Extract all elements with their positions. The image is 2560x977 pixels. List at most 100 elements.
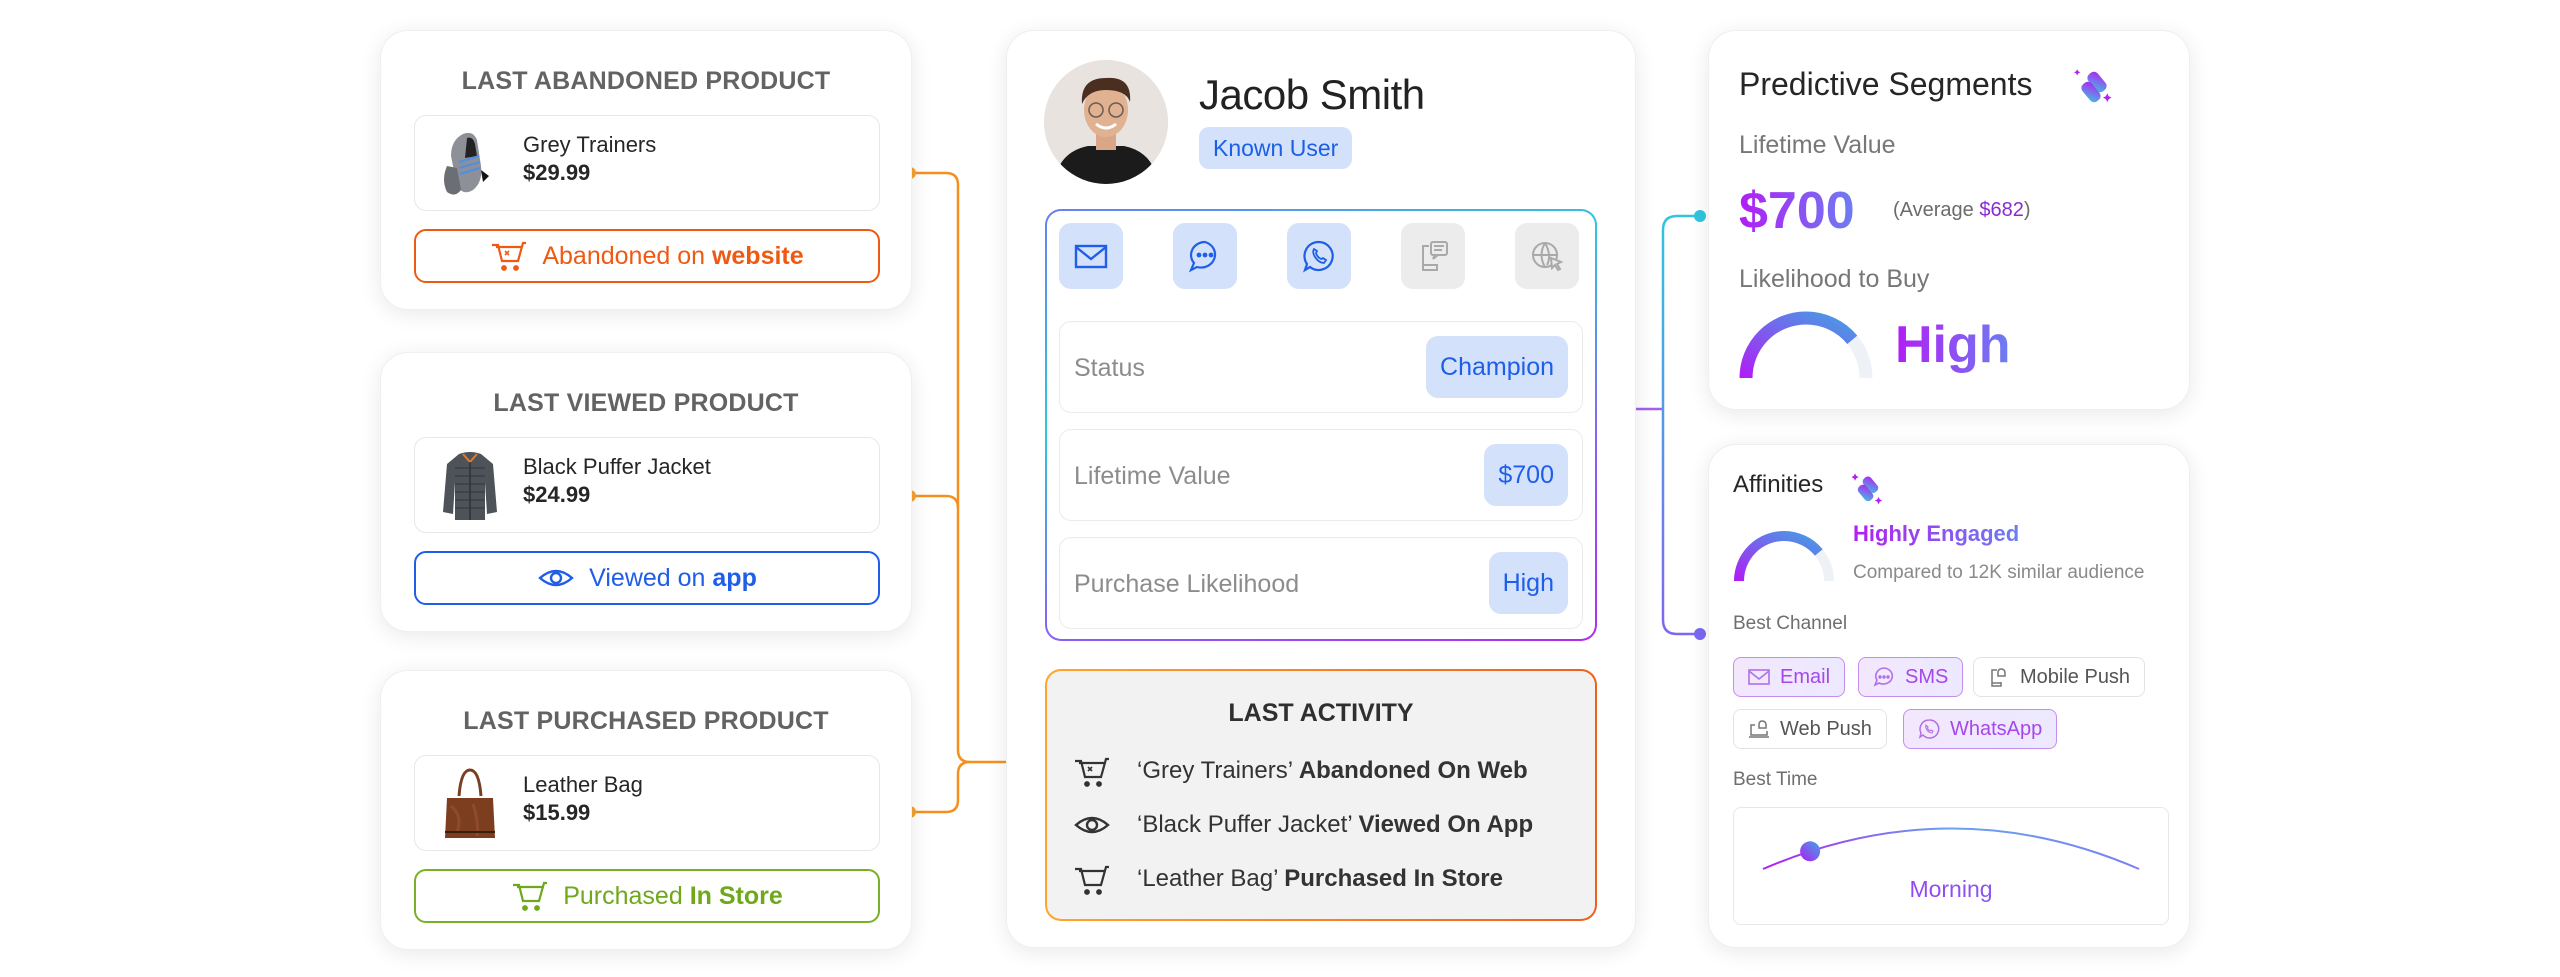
whatsapp-icon	[1303, 240, 1334, 273]
activity-text: ‘Grey Trainers’ Abandoned On Web	[1137, 757, 1528, 784]
channel-chip-whatsapp[interactable]: WhatsApp	[1903, 709, 2058, 749]
channel-mobile-push[interactable]	[1401, 223, 1465, 289]
cart-x-icon	[1075, 757, 1109, 787]
engagement-subtitle: Compared to 12K similar audience	[1853, 562, 2145, 583]
chip-label: Mobile Push	[2020, 665, 2131, 688]
chip-label: WhatsApp	[1950, 717, 2043, 740]
section-title: LAST PURCHASED PRODUCT	[463, 707, 829, 735]
channel-whatsapp[interactable]	[1287, 223, 1351, 289]
product-name: Black Puffer Jacket	[523, 454, 711, 479]
best-time-chart: Morning	[1733, 807, 2169, 925]
viewed-on-app-tag[interactable]: Viewed on app	[414, 551, 880, 605]
channel-web-push[interactable]	[1515, 223, 1579, 289]
sneakers-image	[444, 132, 489, 195]
web-push-icon	[1749, 720, 1769, 738]
last-activity-box: LAST ACTIVITY ‘Grey Trainers’ Abandoned …	[1045, 669, 1597, 921]
predictive-segments-title: Predictive Segments	[1739, 66, 2033, 102]
abandoned-on-website-tag[interactable]: Abandoned on website	[414, 229, 880, 283]
mobile-push-icon	[1422, 241, 1448, 271]
predictive-segments-card: Predictive Segments Lifetime Value $700 …	[1708, 30, 2190, 410]
channel-chip-sms[interactable]: SMS	[1858, 657, 1964, 697]
connector-dot	[1694, 628, 1706, 640]
jacket-image	[443, 452, 497, 520]
stat-row-status: Status Champion	[1059, 321, 1583, 413]
product-price: $29.99	[523, 160, 591, 185]
last-viewed-product-card: LAST VIEWED PRODUCT Black Puffer Jacket …	[380, 352, 912, 632]
web-push-icon	[1532, 242, 1564, 272]
best-time-curve	[1762, 827, 2140, 870]
purchased-in-store-tag[interactable]: Purchased In Store	[414, 869, 880, 923]
ai-sparkle-icon	[2074, 69, 2112, 103]
tag-label: Viewed on app	[589, 563, 757, 592]
activity-item[interactable]: ‘Grey Trainers’ Abandoned On Web	[1073, 753, 1528, 789]
profile-summary-box: Status Champion Lifetime Value $700 Purc…	[1045, 209, 1597, 641]
email-icon	[1074, 244, 1108, 269]
product-price: $15.99	[523, 800, 591, 825]
activity-text: ‘Leather Bag’ Purchased In Store	[1137, 865, 1503, 892]
connector-dot	[1694, 210, 1706, 222]
last-purchased-product-card: LAST PURCHASED PRODUCT Leather Bag $15.9…	[380, 670, 912, 950]
cart-x-icon	[492, 241, 527, 271]
chip-label: SMS	[1905, 665, 1949, 688]
connector-right	[1661, 214, 1700, 636]
activity-text: ‘Black Puffer Jacket’ Viewed On App	[1137, 811, 1534, 838]
engagement-gauge	[1734, 531, 1834, 582]
stat-row-lifetime-value: Lifetime Value $700	[1059, 429, 1583, 521]
email-icon	[1748, 669, 1770, 685]
likelihood-gauge	[1739, 311, 1873, 379]
channel-chip-web-push[interactable]: Web Push	[1733, 709, 1887, 749]
product-name: Leather Bag	[523, 772, 643, 797]
stat-label: Purchase Likelihood	[1074, 570, 1300, 598]
ltv-average: (Average $682)	[1893, 199, 2031, 221]
mobile-push-icon	[1991, 668, 2006, 687]
customer-name: Jacob Smith	[1199, 71, 1425, 118]
product-name: Grey Trainers	[523, 132, 657, 157]
known-user-badge: Known User	[1199, 127, 1353, 169]
product-item[interactable]: Black Puffer Jacket $24.99	[414, 437, 880, 533]
channel-sms[interactable]	[1173, 223, 1237, 289]
section-title: LAST VIEWED PRODUCT	[493, 389, 799, 417]
stat-value-badge: High	[1488, 552, 1568, 614]
avatar[interactable]	[1044, 60, 1168, 184]
leather-bag-image	[445, 768, 495, 838]
best-time-marker[interactable]	[1800, 841, 1821, 862]
whatsapp-icon	[1918, 719, 1940, 739]
best-time-label: Best Time	[1733, 769, 1818, 790]
product-item[interactable]: Leather Bag $15.99	[414, 755, 880, 851]
user-photo	[1044, 60, 1168, 184]
channel-chip-email[interactable]: Email	[1733, 657, 1846, 697]
ltv-label: Lifetime Value	[1739, 131, 1896, 159]
likelihood-label: Likelihood to Buy	[1739, 265, 1930, 293]
ai-sparkle-icon	[1851, 473, 1883, 505]
channel-chip-mobile-push[interactable]: Mobile Push	[1973, 657, 2146, 697]
eye-icon	[1074, 816, 1110, 834]
tag-label: Purchased In Store	[563, 881, 783, 910]
channel-email[interactable]	[1059, 223, 1123, 289]
gauge-fill	[1734, 531, 1834, 582]
stat-value-badge: $700	[1484, 444, 1568, 506]
ltv-value: $700	[1739, 182, 1855, 240]
best-time-value: Morning	[1734, 876, 2168, 903]
cart-icon	[513, 881, 548, 911]
activity-item[interactable]: ‘Leather Bag’ Purchased In Store	[1073, 861, 1503, 897]
eye-icon	[538, 569, 574, 587]
sms-chat-icon	[1873, 667, 1894, 687]
connector-viewed	[910, 494, 960, 509]
connector-purchased	[910, 760, 971, 814]
engagement-level: Highly Engaged	[1853, 521, 2020, 546]
affinities-card: Affinities Highly Engaged Compared to 12…	[1708, 444, 2190, 948]
gauge-fill	[1739, 311, 1873, 379]
product-item[interactable]: Grey Trainers $29.99	[414, 115, 880, 211]
last-activity-title: LAST ACTIVITY	[1228, 699, 1414, 727]
last-abandoned-product-card: LAST ABANDONED PRODUCT Grey Trainers $29…	[380, 30, 912, 310]
stat-label: Lifetime Value	[1074, 462, 1231, 490]
stat-label: Status	[1074, 354, 1145, 382]
activity-item[interactable]: ‘Black Puffer Jacket’ Viewed On App	[1073, 807, 1533, 843]
sms-chat-icon	[1188, 240, 1217, 273]
best-channel-label: Best Channel	[1733, 613, 1848, 634]
stat-row-purchase-likelihood: Purchase Likelihood High	[1059, 537, 1583, 629]
product-price: $24.99	[523, 482, 591, 507]
chip-label: Email	[1780, 665, 1831, 688]
cart-icon	[1075, 865, 1109, 895]
chip-label: Web Push	[1780, 717, 1872, 740]
